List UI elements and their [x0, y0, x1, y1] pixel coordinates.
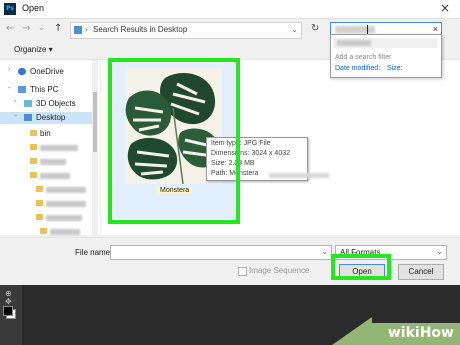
highlight-box-file [108, 58, 240, 224]
highlight-box-open [331, 254, 391, 280]
sidebar-item-onedrive[interactable]: › OneDrive [0, 66, 96, 78]
recent-locations-icon[interactable]: ⌄ [38, 23, 45, 32]
desktop-icon [24, 114, 32, 121]
sidebar-item-label: bin [40, 129, 51, 138]
sidebar-item-label: Desktop [36, 113, 66, 122]
sidebar-item-this-pc[interactable]: › This PC [0, 84, 96, 96]
cancel-button[interactable]: Cancel [398, 264, 444, 280]
date-modified-filter[interactable]: Date modified: [335, 65, 380, 72]
address-path[interactable]: Search Results in Desktop [93, 25, 187, 34]
folder-icon [30, 172, 37, 178]
wikihow-watermark: wikiHow [332, 317, 460, 345]
organize-button[interactable]: Organize ▾ [14, 45, 53, 54]
search-filter-hint: Add a search filter [335, 54, 392, 61]
sidebar-item-folder[interactable] [0, 156, 96, 168]
blurred-folder-name [40, 159, 66, 165]
sidebar-item-label: OneDrive [30, 67, 64, 76]
clear-search-icon[interactable]: × [433, 24, 438, 34]
sidebar-item-desktop[interactable]: › Desktop [0, 112, 92, 124]
file-name-input[interactable]: ⌄ [110, 245, 332, 260]
blurred-folder-name [40, 173, 70, 179]
expand-chevron-icon[interactable]: › [8, 66, 10, 73]
folder-icon [36, 186, 43, 192]
folder-icon [30, 158, 37, 164]
cube-icon [24, 100, 32, 107]
sidebar-item-folder[interactable] [6, 212, 102, 224]
scrollbar-thumb[interactable] [93, 92, 97, 152]
recent-search-item[interactable] [333, 38, 437, 48]
sidebar-scrollbar[interactable] [92, 60, 98, 235]
foreground-color-swatch[interactable] [3, 306, 13, 316]
search-suggestions-dropdown: Add a search filter Date modified: Size: [330, 34, 442, 78]
folder-icon [30, 144, 37, 150]
image-sequence-label: Image Sequence [249, 266, 310, 275]
expand-chevron-icon[interactable]: › [12, 114, 19, 116]
blurred-folder-name [46, 215, 82, 221]
refresh-icon[interactable]: ↻ [311, 23, 319, 34]
address-bar[interactable]: › Search Results in Desktop ⌄ [70, 22, 302, 39]
close-icon[interactable]: × [440, 1, 450, 15]
expand-chevron-icon[interactable]: › [6, 86, 13, 88]
sidebar-item-label: 3D Objects [36, 99, 76, 108]
sidebar-item-folder[interactable] [0, 142, 96, 154]
back-arrow-icon[interactable]: ← [6, 23, 14, 34]
up-arrow-icon[interactable]: ↑ [54, 23, 62, 34]
watermark-tab [332, 317, 372, 345]
computer-icon [18, 86, 26, 93]
sidebar-item-3d-objects[interactable]: › 3D Objects [6, 98, 102, 110]
size-filter[interactable]: Size: [387, 65, 403, 72]
chevron-down-icon[interactable]: ⌄ [436, 247, 443, 256]
folder-icon [30, 130, 37, 136]
forward-arrow-icon[interactable]: → [22, 23, 30, 34]
sidebar-item-label: This PC [30, 85, 59, 94]
navigation-pane: › OneDrive › This PC › 3D Objects › Desk… [0, 60, 100, 235]
folder-icon [40, 228, 47, 234]
hand-tool-icon[interactable]: ✥ [5, 297, 12, 306]
address-chevron-icon: › [85, 25, 88, 34]
sidebar-item-bin[interactable]: bin [0, 128, 96, 140]
cloud-icon [18, 68, 26, 75]
watermark-logo: wikiHow [387, 325, 454, 341]
address-dropdown-icon[interactable]: ⌄ [291, 25, 298, 34]
photoshop-app-icon: Ps [4, 3, 16, 15]
dialog-title: Open [22, 3, 45, 13]
tooltip-path-blurred [269, 173, 329, 178]
recent-search-blurred [337, 40, 371, 46]
folder-icon [36, 200, 43, 206]
sidebar-item-folder[interactable] [6, 184, 102, 196]
blurred-folder-name [40, 145, 78, 151]
chevron-down-icon[interactable]: ⌄ [321, 247, 328, 256]
search-query-blurred [335, 26, 375, 33]
search-results-icon [74, 26, 82, 34]
sidebar-item-folder[interactable] [6, 198, 102, 210]
file-name-label-text: File name: [75, 248, 113, 257]
blurred-folder-name [46, 187, 86, 193]
title-bar: Ps Open × [0, 0, 460, 19]
image-sequence-checkbox[interactable] [238, 267, 247, 276]
dialog-footer: File name: ⌄ All Formats ⌄ Image Sequenc… [0, 237, 460, 285]
expand-chevron-icon[interactable]: › [14, 98, 16, 105]
folder-icon [36, 214, 43, 220]
blurred-folder-name [46, 201, 86, 207]
sidebar-item-folder[interactable] [0, 170, 96, 182]
blurred-folder-name [50, 229, 80, 235]
